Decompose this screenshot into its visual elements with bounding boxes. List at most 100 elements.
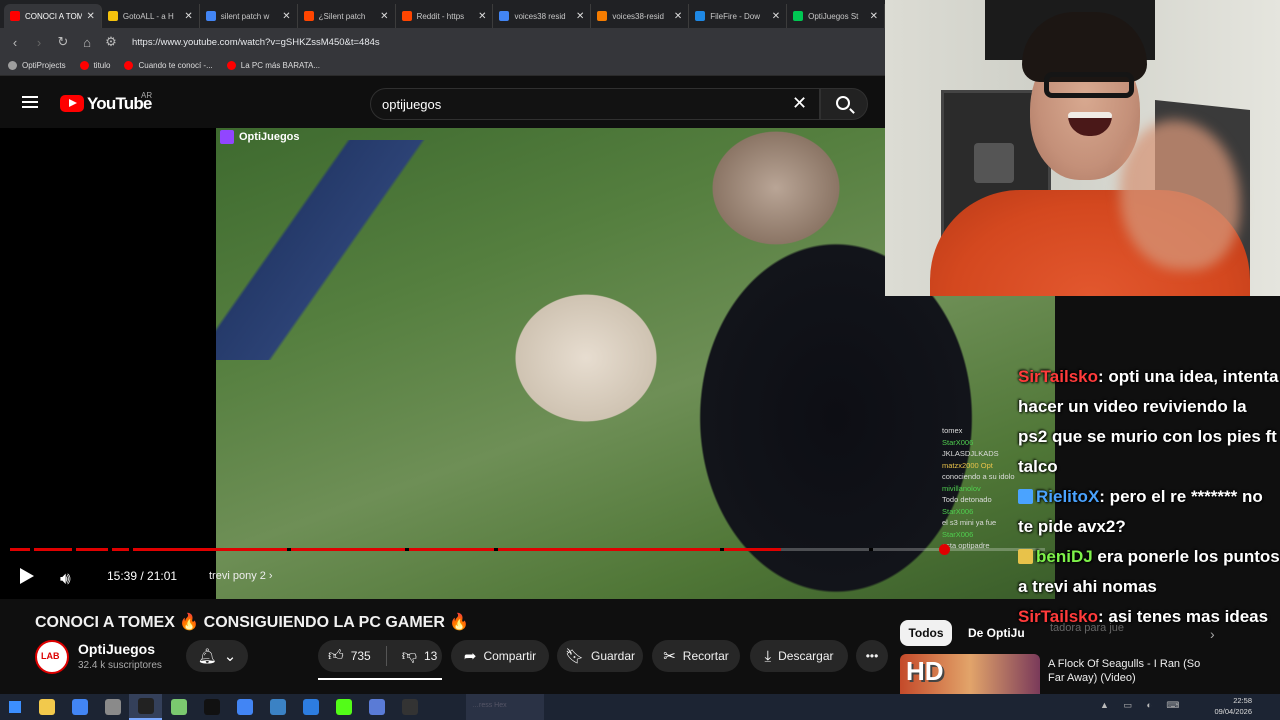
taskbar-app[interactable]: [162, 694, 195, 720]
browser-tab[interactable]: silent patch w ✕: [200, 4, 298, 28]
calc-icon: [401, 699, 418, 715]
close-icon[interactable]: ✕: [478, 11, 486, 22]
taskbar-app[interactable]: [228, 694, 261, 720]
close-icon[interactable]: ✕: [282, 11, 290, 22]
close-icon[interactable]: ✕: [792, 93, 807, 114]
like-count[interactable]: 735: [351, 649, 371, 663]
thumbs-up-icon[interactable]: 👍︎: [328, 647, 344, 665]
thumbs-down-icon[interactable]: 👎︎: [402, 647, 417, 665]
play-icon[interactable]: [20, 568, 34, 584]
taskbar-app[interactable]: [294, 694, 327, 720]
close-icon[interactable]: ✕: [870, 11, 878, 22]
browser-tab[interactable]: Reddit - https ✕: [396, 4, 494, 28]
more-actions-button[interactable]: •••: [856, 640, 888, 672]
chapter-marker: [108, 548, 112, 551]
taskbar-app[interactable]: [30, 694, 63, 720]
chapter-marker: [720, 548, 724, 551]
mini-chat-line: StarX006: [942, 437, 974, 447]
more-icon: •••: [865, 649, 879, 663]
tab-label: Reddit - https: [416, 11, 465, 21]
chapter-marker: [30, 548, 34, 551]
recommended-title-line: A Flock Of Seagulls - I Ran (So: [1048, 658, 1201, 670]
bookmark-item[interactable]: La PC más BARATA...: [226, 61, 320, 70]
vscode-folder-icon: [269, 699, 286, 715]
browser-tab[interactable]: FileFire - Dow ✕: [689, 4, 788, 28]
taskbar-app[interactable]: [129, 694, 162, 720]
download-button[interactable]: ⤓ Descargar: [750, 640, 848, 672]
search-input[interactable]: [382, 93, 782, 115]
share-button[interactable]: ➦ Compartir: [451, 640, 549, 672]
taskbar-app[interactable]: [63, 694, 96, 720]
volume-icon[interactable]: 🔊︎: [60, 569, 71, 589]
progress-scrubber[interactable]: [939, 544, 950, 555]
monitor-icon: [368, 699, 385, 715]
browser-tab[interactable]: voices38 resid ✕: [493, 4, 592, 28]
bookmark-favicon-icon: [79, 61, 89, 70]
bookmark-item[interactable]: titulo: [79, 61, 110, 70]
share-icon: ➦: [463, 648, 477, 665]
obs-icon: [137, 698, 154, 714]
mini-chat-line: Todo detonado: [942, 495, 992, 504]
reload-icon[interactable]: ↻: [56, 34, 70, 50]
browser-tab[interactable]: GotoALL - a H ✕: [102, 4, 200, 28]
taskbar-app[interactable]: [195, 694, 228, 720]
forward-icon[interactable]: ›: [32, 35, 46, 50]
menu-icon[interactable]: [22, 96, 38, 108]
home-icon[interactable]: ⌂: [80, 35, 94, 50]
taskbar-app[interactable]: [96, 694, 129, 720]
tab-label: ¿Silent patch: [318, 11, 366, 21]
taskbar-app[interactable]: [261, 694, 294, 720]
channel-name[interactable]: OptiJuegos: [78, 641, 155, 657]
bookmark-item[interactable]: Cuando te conocí -...: [124, 61, 213, 70]
save-button[interactable]: 🔖︎ Guardar: [557, 640, 643, 672]
chat-username: beniDJ: [1036, 547, 1093, 566]
bookmark-item[interactable]: OptiProjects: [8, 61, 66, 70]
chip-gamer[interactable]: tadora para jue: [1050, 622, 1124, 634]
chrome-icon-2: [236, 699, 253, 715]
browser-tab[interactable]: CONOCI A TOM ✕: [4, 4, 102, 28]
browser-tab[interactable]: voices38-resid ✕: [591, 4, 690, 28]
close-icon[interactable]: ✕: [772, 11, 780, 22]
chrome-icon: [71, 699, 88, 715]
subscriber-count: 32.4 k suscriptores: [78, 660, 162, 671]
mini-chat-line: mivillanolov: [942, 483, 981, 493]
dislike-count[interactable]: 13: [424, 649, 437, 663]
chat-message: SirTailsko: opti una idea, intenta hacer…: [1012, 362, 1280, 482]
recommended-title-line: Far Away) (Video): [1048, 672, 1136, 684]
close-icon[interactable]: ✕: [674, 11, 682, 22]
chip-from-channel[interactable]: De OptiJu: [960, 620, 1033, 646]
taskbar-app[interactable]: [327, 694, 360, 720]
browser-tab[interactable]: ¿Silent patch ✕: [298, 4, 396, 28]
search-button[interactable]: [820, 88, 868, 120]
close-icon[interactable]: ✕: [576, 11, 584, 22]
tab-favicon-icon: [303, 11, 314, 21]
site-info-icon[interactable]: ⚙: [104, 34, 118, 50]
clip-button[interactable]: ✂ Recortar: [652, 640, 740, 672]
close-icon[interactable]: ✕: [184, 11, 192, 22]
tab-favicon-icon: [10, 11, 20, 21]
tab-favicon-icon: [401, 11, 412, 21]
windows-start-icon[interactable]: [0, 694, 30, 720]
youtube-logo-icon[interactable]: [60, 95, 84, 112]
chevron-right-icon[interactable]: ›: [1210, 626, 1215, 642]
tab-favicon-icon: [695, 11, 706, 21]
taskbar-app[interactable]: [360, 694, 393, 720]
taskbar-search[interactable]: …ress Hex: [466, 694, 544, 720]
url-field[interactable]: https://www.youtube.com/watch?v=gSHKZssM…: [132, 37, 380, 48]
browser-tab[interactable]: OptiJuegos St ✕: [787, 4, 886, 28]
chip-all[interactable]: Todos: [900, 620, 952, 646]
system-tray[interactable]: ▲ ▭ ◐ ⌨: [1100, 700, 1185, 711]
chapter-marker: [869, 548, 873, 551]
recommended-title[interactable]: A Flock Of Seagulls - I Ran (So Far Away…: [1048, 657, 1200, 685]
chevron-down-icon: ⌄: [223, 648, 237, 665]
close-icon[interactable]: ✕: [380, 11, 388, 22]
channel-avatar[interactable]: [35, 640, 69, 674]
chapter-button[interactable]: trevi pony 2 ›: [209, 570, 273, 582]
bookmark-favicon-icon: [226, 61, 236, 70]
notifications-button[interactable]: 🔔︎ ⌄: [186, 640, 248, 672]
back-icon[interactable]: ‹: [8, 35, 22, 50]
taskbar-app[interactable]: [393, 694, 426, 720]
close-icon[interactable]: ✕: [87, 11, 95, 22]
taskbar-clock[interactable]: 22:58 09/04/2026: [1204, 695, 1252, 717]
mini-chat-line: tomex: [942, 426, 963, 435]
